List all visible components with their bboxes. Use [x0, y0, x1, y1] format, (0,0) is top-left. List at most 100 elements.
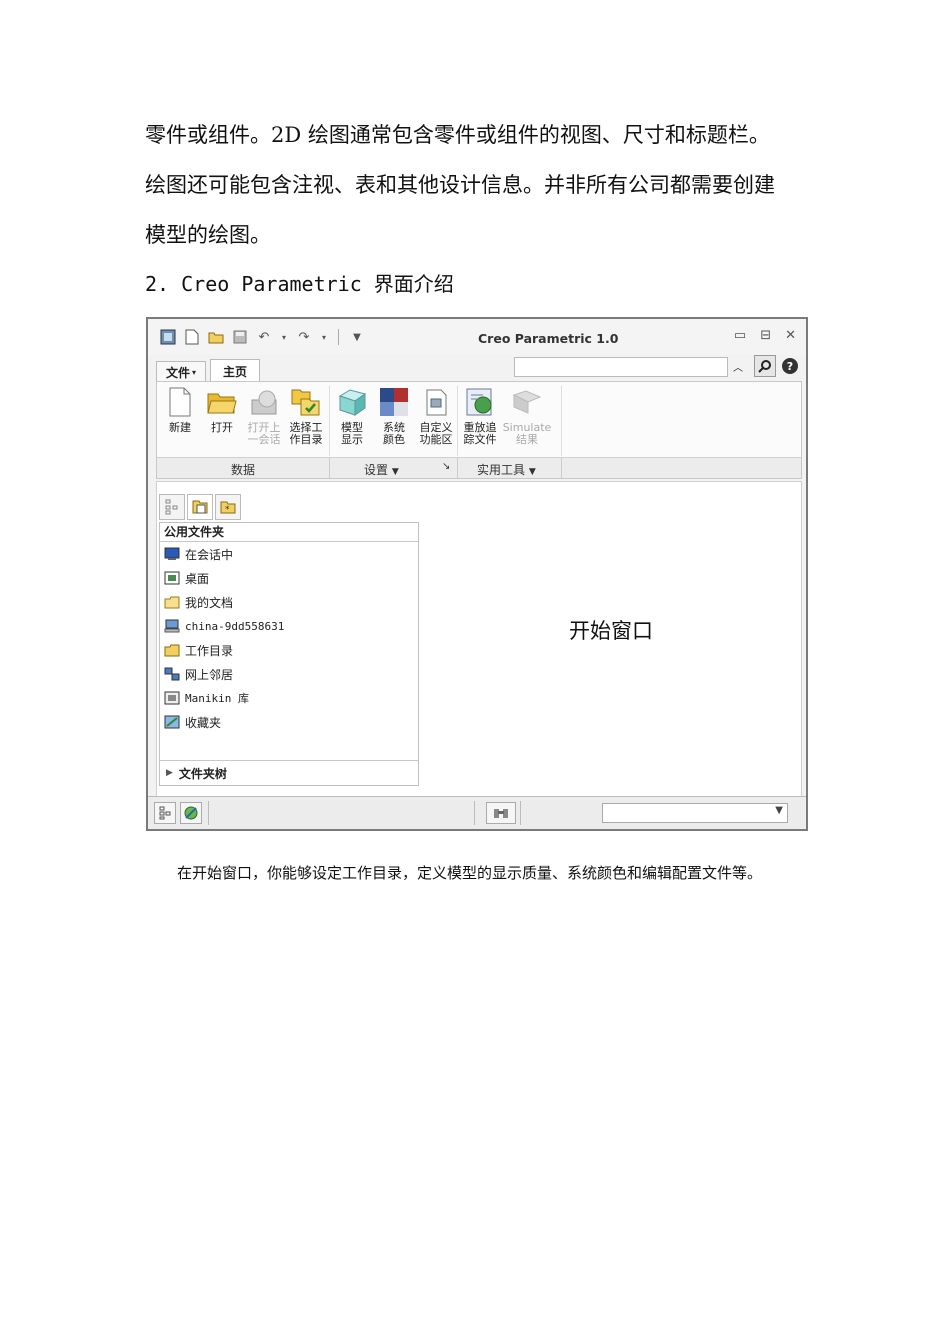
customize-toolbar-icon[interactable]: ▼ [349, 329, 365, 345]
select-working-directory-button[interactable]: 选择工 作目录 [287, 386, 325, 446]
creo-window: ↶ ▾ ↷ ▾ ▼ Creo Parametric 1.0 ▭ ⊟ ✕ 文件 ▾… [146, 317, 808, 831]
play-trail-file-icon [465, 386, 495, 418]
group-divider [561, 386, 562, 456]
help-icon[interactable]: ? [782, 358, 798, 374]
nav-item-label: 网上邻居 [185, 667, 234, 682]
folder-tree-label: 文件夹树 [178, 766, 227, 781]
collapse-ribbon-icon[interactable]: ︿ [728, 356, 748, 376]
open-label: 打开 [211, 421, 233, 434]
network-icon [164, 667, 180, 681]
paragraph-line: 绘图还可能包含注视、表和其他设计信息。并非所有公司都需要创建 [145, 173, 775, 197]
nav-item-manikin-library[interactable]: Manikin 库 [160, 686, 418, 710]
browser-toggle-icon[interactable] [180, 802, 202, 824]
paragraph-line: 零件或组件。2D 绘图通常包含零件或组件的视图、尺寸和标题栏。 [145, 123, 770, 147]
folder-tree-toggle[interactable]: ▶ 文件夹树 [160, 760, 418, 785]
group-settings-dropdown[interactable]: 设置 ▼ [364, 461, 399, 478]
group-divider [329, 458, 330, 478]
new-label: 新建 [169, 421, 191, 434]
status-separator [520, 801, 521, 825]
new-button[interactable]: 新建 [161, 386, 199, 446]
nav-item-favorites[interactable]: 收藏夹 [160, 710, 418, 734]
model-display-label: 模型 显示 [341, 421, 363, 446]
nav-item-network[interactable]: 网上邻居 [160, 662, 418, 686]
model-display-button[interactable]: 模型 显示 [333, 386, 371, 446]
desktop-icon [164, 571, 180, 585]
customize-ribbon-button[interactable]: 自定义 功能区 [417, 386, 455, 446]
simulate-results-button[interactable]: Simulate 结果 [503, 386, 551, 446]
ribbon-group-labels: 数据 设置 ▼ ↘ 实用工具 ▼ [157, 457, 801, 478]
computer-icon [164, 619, 180, 633]
chevron-right-icon: ▶ [166, 768, 173, 778]
undo-dropdown-icon[interactable]: ▾ [280, 329, 288, 345]
folder-browser-tab-icon[interactable] [187, 494, 213, 520]
dialog-launcher-icon[interactable]: ↘ [442, 461, 450, 472]
search-icon[interactable] [754, 355, 776, 377]
selection-filter-dropdown[interactable]: ▼ [602, 803, 788, 823]
working-directory-icon [164, 644, 180, 657]
nav-item-label: 我的文档 [185, 595, 234, 610]
svg-text:*: * [225, 505, 230, 514]
start-window-label: 开始窗口 [569, 619, 653, 643]
maximize-icon[interactable]: ⊟ [760, 328, 771, 343]
undo-icon[interactable]: ↶ [256, 329, 272, 345]
group-label-utilities: 实用工具 [477, 463, 526, 477]
group-label-data: 数据 [231, 463, 256, 477]
close-icon[interactable]: ✕ [785, 328, 796, 343]
redo-dropdown-icon[interactable]: ▾ [320, 329, 328, 345]
nav-item-my-documents[interactable]: 我的文档 [160, 590, 418, 614]
figure-caption: 在开始窗口，你能够设定工作目录，定义模型的显示质量、系统颜色和编辑配置文件等。 [177, 864, 763, 882]
data-group: 新建 打开 打开上 一会话 选择工 作目录 [161, 386, 329, 446]
nav-item-label: china-9dd558631 [185, 619, 285, 633]
simulate-results-icon [512, 386, 542, 418]
find-icon[interactable] [486, 802, 516, 824]
tab-file[interactable]: 文件 ▾ [156, 361, 206, 382]
title-bar: ↶ ▾ ↷ ▾ ▼ Creo Parametric 1.0 ▭ ⊟ ✕ [148, 319, 806, 355]
in-session-icon [164, 547, 180, 560]
nav-item-computer[interactable]: china-9dd558631 [160, 614, 418, 638]
search-input[interactable] [514, 357, 728, 377]
open-last-session-button[interactable]: 打开上 一会话 [245, 386, 283, 446]
nav-item-label: 收藏夹 [185, 715, 222, 730]
play-trail-file-button[interactable]: 重放追 踪文件 [461, 386, 499, 446]
open-folder-icon [207, 386, 237, 418]
window-controls: ▭ ⊟ ✕ [734, 328, 796, 343]
minimize-icon[interactable]: ▭ [734, 328, 746, 343]
new-file-icon [165, 386, 195, 418]
nav-item-label: Manikin 库 [185, 692, 249, 705]
customize-ribbon-label: 自定义 功能区 [419, 421, 453, 446]
navigator-tabs: * [159, 494, 241, 520]
group-utilities-dropdown[interactable]: 实用工具 ▼ [477, 461, 536, 478]
nav-item-working-directory[interactable]: 工作目录 [160, 638, 418, 662]
system-colors-button[interactable]: 系统 颜色 [375, 386, 413, 446]
tab-home[interactable]: 主页 [210, 359, 260, 382]
app-logo-icon[interactable] [160, 329, 176, 345]
new-icon[interactable] [184, 329, 200, 345]
chevron-down-icon: ▼ [391, 467, 399, 477]
group-divider [457, 458, 458, 478]
save-icon[interactable] [232, 329, 248, 345]
ribbon-controls: ︿ ? [728, 355, 798, 377]
favorites-icon [164, 715, 180, 729]
manikin-library-icon [164, 691, 180, 705]
my-documents-icon [164, 596, 180, 609]
navigator-pane: 公用文件夹 在会话中 桌面 我的文档 china-9dd558631 工作目录 [159, 522, 419, 786]
favorites-tab-icon[interactable]: * [215, 494, 241, 520]
model-tree-toggle-icon[interactable] [154, 802, 176, 824]
nav-item-desktop[interactable]: 桌面 [160, 566, 418, 590]
chevron-down-icon: ▾ [192, 367, 197, 377]
status-bar: ▼ [148, 796, 806, 829]
ribbon-tab-row: 文件 ▾ 主页 ︿ ? [156, 355, 798, 382]
group-divider [457, 386, 458, 456]
nav-item-label: 工作目录 [185, 643, 234, 658]
open-button[interactable]: 打开 [203, 386, 241, 446]
customize-ribbon-icon [421, 386, 451, 418]
body-paragraph: 零件或组件。2D 绘图通常包含零件或组件的视图、尺寸和标题栏。 绘图还可能包含注… [145, 110, 825, 260]
group-divider [561, 458, 562, 478]
redo-icon[interactable]: ↷ [296, 329, 312, 345]
select-working-directory-label: 选择工 作目录 [289, 421, 323, 446]
ribbon: 新建 打开 打开上 一会话 选择工 作目录 模型 显示 系统 颜色 自定义 功能… [156, 381, 802, 479]
model-tree-tab-icon[interactable] [159, 494, 185, 520]
nav-item-label: 在会话中 [185, 547, 234, 562]
nav-item-in-session[interactable]: 在会话中 [160, 542, 418, 566]
open-icon[interactable] [208, 329, 224, 345]
